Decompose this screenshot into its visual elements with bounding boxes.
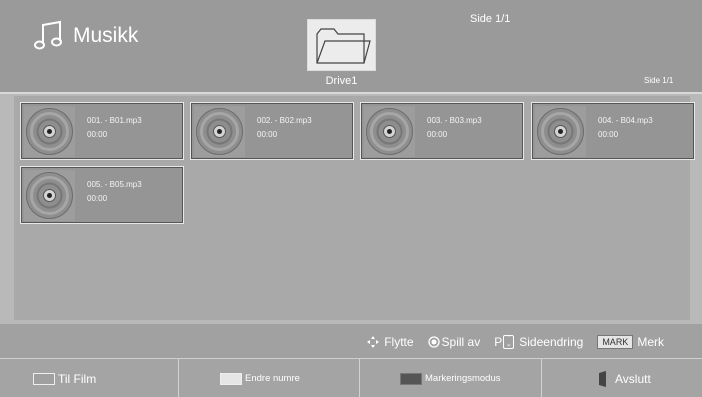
hint-page-label: Sideendring — [519, 335, 584, 349]
hint-move-label: Flytte — [384, 335, 414, 349]
disc-icon — [194, 106, 245, 157]
file-duration: 00:00 — [598, 130, 619, 139]
footer-bar: Til Film Endre numre Markeringsmodus Avs… — [0, 358, 702, 397]
dark-key-swatch — [400, 372, 422, 385]
hint-mark: MARK Merk — [597, 335, 664, 349]
mark-key: MARK — [597, 335, 634, 349]
hint-bar: Flytte Spill av P ⌃ ⌄ Sideendring MARK Me… — [0, 324, 702, 358]
hint-move: Flytte — [367, 335, 414, 349]
disc-icon — [24, 170, 75, 221]
page-indicator-right: Side 1/1 — [644, 76, 674, 85]
music-note-icon — [34, 20, 62, 50]
white-key-swatch — [220, 372, 242, 385]
file-tile[interactable]: 003. - B03.mp3 00:00 — [360, 102, 524, 160]
hint-play: Spill av — [427, 335, 481, 349]
file-duration: 00:00 — [257, 130, 278, 139]
hint-page-key: P — [494, 335, 503, 349]
ok-circle-icon — [427, 336, 440, 348]
file-name: 004. - B04.mp3 — [598, 116, 653, 125]
file-tile[interactable]: 004. - B04.mp3 00:00 — [531, 102, 695, 160]
exit-button[interactable]: Avslutt — [542, 359, 702, 397]
drive-folder[interactable] — [307, 19, 376, 71]
drive-label: Drive1 — [325, 75, 358, 87]
grey-key-swatch — [33, 372, 55, 385]
file-tile[interactable]: 005. - B05.mp3 00:00 — [20, 166, 184, 224]
file-name: 002. - B02.mp3 — [257, 116, 312, 125]
hint-play-label: Spill av — [441, 335, 481, 349]
header: Musikk Side 1/1 Drive1 Side 1/1 — [0, 0, 702, 94]
to-film-button[interactable]: Til Film — [0, 359, 179, 397]
exit-label: Avslutt — [615, 371, 651, 386]
title-area: Musikk — [33, 20, 138, 52]
file-name: 005. - B05.mp3 — [87, 180, 142, 189]
disc-icon — [535, 106, 586, 157]
file-tile[interactable]: 002. - B02.mp3 00:00 — [190, 102, 354, 160]
file-duration: 00:00 — [87, 130, 108, 139]
disc-icon — [364, 106, 415, 157]
file-name: 001. - B01.mp3 — [87, 116, 142, 125]
dpad-arrows-icon — [367, 336, 380, 348]
hint-page: P ⌃ ⌄ Sideendring — [494, 335, 583, 349]
page-title: Musikk — [73, 24, 139, 47]
to-film-label: Til Film — [58, 371, 97, 386]
disc-icon — [24, 106, 75, 157]
exit-door-icon — [599, 370, 606, 387]
mark-mode-button[interactable]: Markeringsmodus — [360, 359, 542, 397]
page-up-down-icon: ⌃ ⌄ — [503, 335, 515, 349]
change-number-label: Endre numre — [245, 373, 300, 384]
page-indicator-top: Side 1/1 — [470, 13, 511, 25]
folder-icon — [316, 28, 371, 64]
key-hints: Flytte Spill av P ⌃ ⌄ Sideendring MARK Me… — [367, 335, 664, 349]
file-duration: 00:00 — [427, 130, 448, 139]
hint-mark-label: Merk — [637, 335, 664, 349]
file-name: 003. - B03.mp3 — [427, 116, 482, 125]
mark-mode-label: Markeringsmodus — [425, 373, 501, 384]
file-duration: 00:00 — [87, 194, 108, 203]
file-tile[interactable]: 001. - B01.mp3 00:00 — [20, 102, 184, 160]
file-grid: 001. - B01.mp3 00:00 002. - B02.mp3 00:0… — [14, 96, 695, 320]
change-number-button[interactable]: Endre numre — [179, 359, 360, 397]
